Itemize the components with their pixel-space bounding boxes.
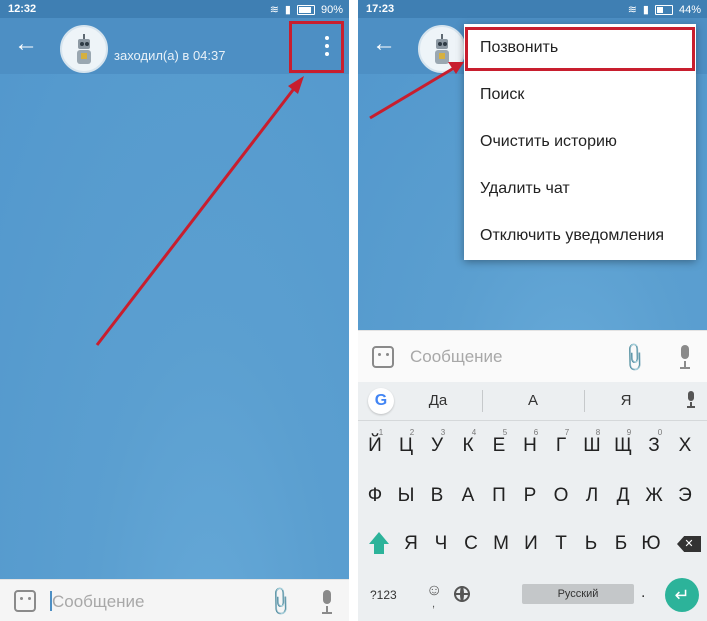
space-key[interactable]: Русский [522,584,634,604]
key-7[interactable]: О [548,474,574,518]
suggestion-divider [482,390,483,412]
suggestion-3[interactable]: Я [596,392,656,409]
language-globe-icon[interactable] [454,586,470,602]
mic-icon[interactable] [679,343,691,373]
key-10[interactable]: Ж [641,474,667,518]
key-row-1: Й1Ц2У3К4Е5Н6Г7Ш8Щ9З0Х [358,424,707,472]
key-hint: 3 [440,428,446,437]
key-6[interactable]: Т [548,522,574,566]
comma-key[interactable]: , [432,598,435,610]
sticker-icon[interactable] [372,346,394,368]
key-hint: 4 [471,428,477,437]
key-8[interactable]: Л [579,474,605,518]
key-9[interactable]: Д [610,474,636,518]
key-hint: 0 [657,428,663,437]
key-1[interactable]: Я [398,522,424,566]
key-5[interactable]: И [518,522,544,566]
key-8[interactable]: Б [608,522,634,566]
suggestion-divider [584,390,585,412]
pointer-arrow [95,76,304,346]
key-hint: 1 [378,428,384,437]
key-6[interactable]: Р [517,474,543,518]
period-key[interactable]: . [641,584,645,602]
suggestion-2[interactable]: А [503,392,563,409]
message-input[interactable]: Сообщение [410,347,503,367]
key-5[interactable]: П [486,474,512,518]
keyboard: G Да А Я Й1Ц2У3К4Е5Н6Г7Ш8Щ9З0Х ФЫВАПРОЛД… [358,382,707,621]
key-4[interactable]: М [488,522,514,566]
key-3[interactable]: С [458,522,484,566]
key-hint: 9 [626,428,632,437]
key-11[interactable]: Х [672,424,698,468]
symbols-key[interactable]: ?123 [370,588,397,602]
key-2[interactable]: Ы [393,474,419,518]
google-icon[interactable]: G [368,388,394,414]
key-hint: 8 [595,428,601,437]
left-phone-screen: 12:32 ≋ ▮ 90% ← заходил(а) в 04:37 Сообщ… [0,0,349,621]
message-input-bar: Сообщение 📎 [358,330,707,383]
key-4[interactable]: А [455,474,481,518]
key-row-3: ✕ ЯЧСМИТЬБЮ [358,522,707,570]
key-9[interactable]: Ю [638,522,664,566]
key-1[interactable]: Ф [362,474,388,518]
key-hint: 6 [533,428,539,437]
suggestion-1[interactable]: Да [408,392,468,409]
attach-icon[interactable]: 📎 [617,340,652,375]
right-phone-screen: 17:23 ≋ ▮ 44% ← Позвонить Поиск Очистить… [358,0,707,621]
key-row-bottom: ?123 ☺ , Русский . ↵ [358,572,707,620]
voice-input-icon[interactable] [687,391,695,409]
key-2[interactable]: Ч [428,522,454,566]
key-hint: 2 [409,428,415,437]
key-3[interactable]: В [424,474,450,518]
suggestion-strip: G Да А Я [358,382,707,421]
backspace-key-icon[interactable]: ✕ [677,536,701,552]
key-hint: 5 [502,428,508,437]
key-row-2: ФЫВАПРОЛДЖЭ [358,474,707,522]
key-11[interactable]: Э [672,474,698,518]
shift-key-icon[interactable] [364,530,394,560]
key-hint: 7 [564,428,570,437]
key-7[interactable]: Ь [578,522,604,566]
enter-key-icon[interactable]: ↵ [665,578,699,612]
